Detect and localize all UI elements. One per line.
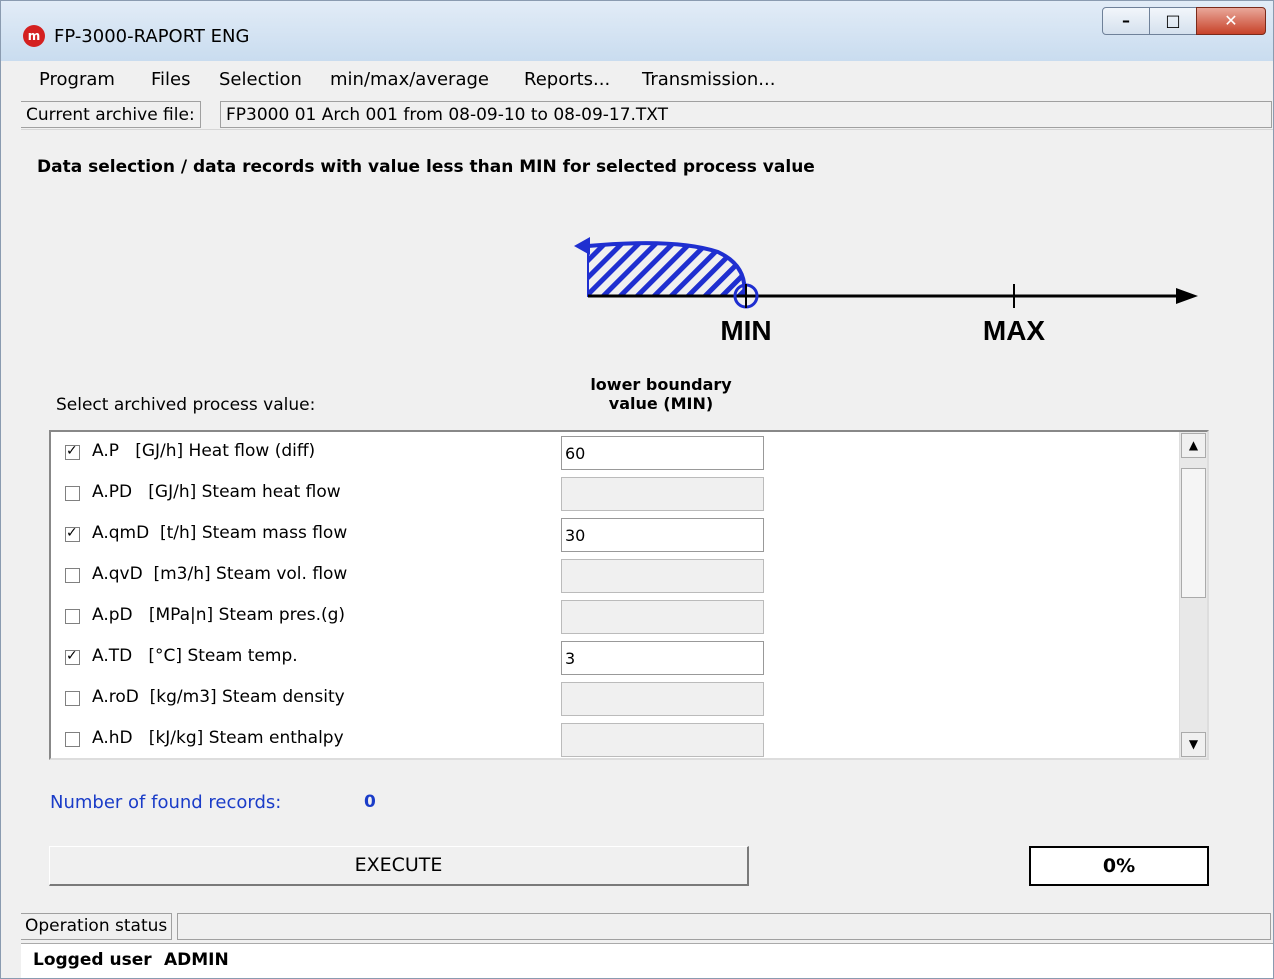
min-value-input[interactable] (561, 518, 764, 552)
archive-file-bar: Current archive file: FP3000 01 Arch 001… (21, 101, 1273, 129)
menu-files[interactable]: Files (151, 69, 191, 90)
checkmark-icon: ✓ (66, 648, 78, 664)
window-title: FP-3000-RAPORT ENG (54, 26, 250, 47)
menu-transmission[interactable]: Transmission... (642, 69, 775, 90)
scroll-up-button[interactable]: ▲ (1181, 433, 1206, 458)
row-checkbox[interactable]: ✓ (65, 648, 80, 665)
row-checkbox[interactable]: ✓ (65, 443, 80, 460)
minimize-icon: – (1122, 11, 1130, 30)
list-scrollbar[interactable]: ▲ ▼ (1179, 432, 1207, 758)
max-label: MAX (983, 315, 1046, 346)
logged-user-value: ADMIN (164, 950, 229, 970)
archive-file-value: FP3000 01 Arch 001 from 08-09-10 to 08-0… (220, 101, 1272, 128)
left-arrowhead (574, 237, 590, 255)
row-checkbox[interactable]: ✓ (65, 525, 80, 542)
row-checkbox[interactable] (65, 732, 80, 747)
scroll-down-button[interactable]: ▼ (1181, 732, 1206, 757)
process-value-label: A.PD [GJ/h] Steam heat flow (92, 482, 341, 502)
min-value-input (561, 682, 764, 716)
selection-panel: Data selection / data records with value… (21, 129, 1273, 910)
min-column-header-line2: value (MIN) (608, 394, 714, 413)
progress-indicator: 0% (1029, 846, 1209, 886)
list-item: ✓ A.qmD [t/h] Steam mass flow (51, 517, 1181, 558)
min-value-input (561, 559, 764, 593)
min-value-input[interactable] (561, 436, 764, 470)
min-value-input[interactable] (561, 641, 764, 675)
select-process-value-label: Select archived process value: (56, 395, 316, 415)
process-value-label: A.qvD [m3/h] Steam vol. flow (92, 564, 348, 584)
min-label: MIN (720, 315, 771, 346)
logged-user-bar: Logged user ADMIN (21, 943, 1273, 978)
close-button[interactable]: ✕ (1196, 7, 1266, 35)
maximize-button[interactable]: □ (1149, 7, 1197, 35)
process-value-label: A.pD [MPa|n] Steam pres.(g) (92, 605, 346, 625)
process-value-label: A.roD [kg/m3] Steam density (92, 687, 345, 707)
list-item: A.pD [MPa|n] Steam pres.(g) (51, 599, 1181, 640)
below-min-region (587, 242, 746, 297)
execute-button[interactable]: EXECUTE (49, 846, 749, 886)
minimize-button[interactable]: – (1102, 7, 1150, 35)
min-column-header: lower boundary value (MIN) (556, 375, 766, 413)
process-value-label: A.TD [°C] Steam temp. (92, 646, 298, 666)
process-value-label: A.P [GJ/h] Heat flow (diff) (92, 441, 316, 461)
min-value-input (561, 723, 764, 757)
page-title: Data selection / data records with value… (37, 157, 815, 177)
checkmark-icon: ✓ (66, 525, 78, 541)
title-bar[interactable]: m FP-3000-RAPORT ENG – □ ✕ (1, 1, 1273, 61)
app-window: m FP-3000-RAPORT ENG – □ ✕ Program Files… (0, 0, 1274, 979)
arrow-up-icon: ▲ (1188, 438, 1199, 452)
menu-min-max-average[interactable]: min/max/average (330, 69, 489, 90)
menu-reports[interactable]: Reports... (524, 69, 610, 90)
row-checkbox[interactable] (65, 486, 80, 501)
list-item: ✓ A.TD [°C] Steam temp. (51, 640, 1181, 681)
process-value-list[interactable]: ✓ A.P [GJ/h] Heat flow (diff) A.PD [GJ/h… (49, 430, 1209, 760)
min-value-input (561, 600, 764, 634)
row-checkbox[interactable] (65, 568, 80, 583)
found-records-label: Number of found records: (50, 792, 282, 813)
menu-selection[interactable]: Selection (219, 69, 302, 90)
checkmark-icon: ✓ (66, 443, 78, 459)
list-item: ✓ A.P [GJ/h] Heat flow (diff) (51, 435, 1181, 476)
min-boundary-diagram: MIN MAX (574, 237, 1198, 346)
list-item: A.roD [kg/m3] Steam density (51, 681, 1181, 722)
scroll-thumb[interactable] (1181, 468, 1206, 598)
row-checkbox[interactable] (65, 691, 80, 706)
process-value-label: A.hD [kJ/kg] Steam enthalpy (92, 728, 344, 748)
maximize-icon: □ (1165, 11, 1181, 30)
min-column-header-line1: lower boundary (590, 375, 732, 394)
menu-program[interactable]: Program (39, 69, 115, 90)
operation-status-value (177, 913, 1271, 940)
min-value-input (561, 477, 764, 511)
status-bar: Operation status (21, 911, 1273, 941)
list-item: A.qvD [m3/h] Steam vol. flow (51, 558, 1181, 599)
logged-user-label: Logged user (33, 950, 152, 970)
app-logo-icon: m (23, 25, 45, 47)
close-icon: ✕ (1224, 11, 1238, 30)
list-item: A.hD [kJ/kg] Steam enthalpy (51, 722, 1181, 758)
process-value-label: A.qmD [t/h] Steam mass flow (92, 523, 348, 543)
operation-status-label: Operation status (21, 913, 173, 940)
row-checkbox[interactable] (65, 609, 80, 624)
menu-bar: Program Files Selection min/max/average … (2, 62, 1272, 96)
archive-file-label: Current archive file: (21, 101, 201, 128)
found-records-value: 0 (364, 792, 376, 812)
list-item: A.PD [GJ/h] Steam heat flow (51, 476, 1181, 517)
arrow-down-icon: ▼ (1188, 737, 1199, 751)
axis-arrowhead (1176, 288, 1198, 304)
